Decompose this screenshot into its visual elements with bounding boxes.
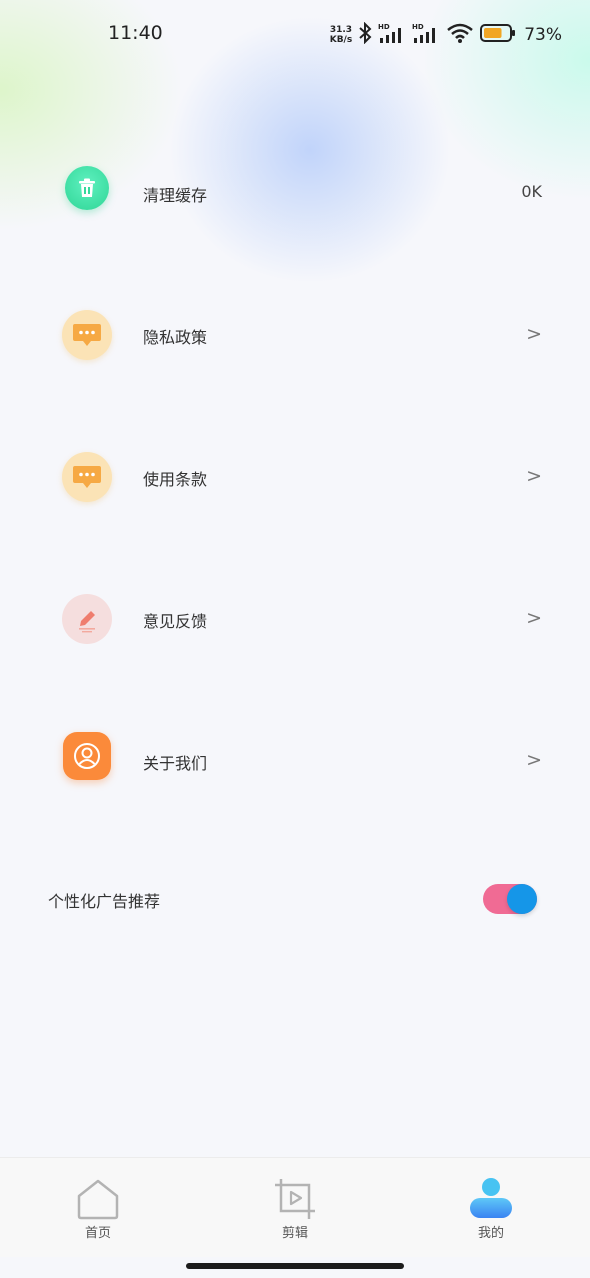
svg-text:HD: HD: [412, 23, 424, 31]
tab-label: 剪辑: [281, 1226, 308, 1241]
menu-item-about-us[interactable]: 关于我们 >: [0, 716, 590, 806]
toggle-knob: [507, 884, 537, 914]
personalized-ads-toggle[interactable]: [483, 884, 537, 914]
svg-text:HD: HD: [378, 23, 390, 31]
tab-home[interactable]: 首页: [38, 1158, 158, 1258]
battery-icon: [480, 23, 516, 47]
chevron-right-icon: >: [526, 465, 542, 487]
user-circle-icon: [63, 732, 111, 780]
home-icon: [75, 1176, 121, 1222]
chat-bubble-icon: [62, 452, 112, 502]
personalized-ads-row: 个性化广告推荐: [0, 870, 590, 926]
pen-icon: [62, 594, 112, 644]
crop-play-icon: [272, 1176, 318, 1222]
tab-label: 首页: [84, 1226, 111, 1241]
bottom-tab-bar: 首页 剪辑 我的: [0, 1157, 590, 1257]
status-bar: 11:40 31.3 KB/s HD HD 73%: [0, 0, 590, 70]
menu-item-label: 意见反馈: [143, 612, 208, 631]
tab-edit[interactable]: 剪辑: [235, 1158, 355, 1258]
chevron-right-icon: >: [526, 323, 542, 345]
status-icons: 31.3 KB/s HD HD 73%: [329, 21, 562, 48]
tab-label: 我的: [477, 1226, 504, 1241]
menu-item-terms-of-use[interactable]: 使用条款 >: [0, 432, 590, 522]
trash-icon: [65, 166, 109, 210]
menu-item-label: 使用条款: [143, 470, 208, 489]
battery-percent: 73%: [524, 25, 562, 45]
status-time: 11:40: [108, 22, 163, 44]
cache-size-value: 0K: [521, 182, 542, 201]
chat-bubble-icon: [62, 310, 112, 360]
chevron-right-icon: >: [526, 749, 542, 771]
menu-item-label: 隐私政策: [143, 328, 208, 347]
bluetooth-icon: [358, 21, 372, 48]
menu-item-label: 关于我们: [143, 754, 208, 773]
personalized-ads-label: 个性化广告推荐: [48, 892, 161, 911]
cellular-signal-icon-2: HD: [412, 22, 440, 48]
tab-mine[interactable]: 我的: [431, 1158, 551, 1258]
menu-item-label: 清理缓存: [143, 186, 208, 205]
user-icon: [468, 1176, 514, 1222]
home-indicator: [186, 1263, 404, 1269]
chevron-right-icon: >: [526, 607, 542, 629]
menu-item-privacy-policy[interactable]: 隐私政策 >: [0, 290, 590, 380]
wifi-icon: [446, 22, 474, 48]
network-speed: 31.3 KB/s: [329, 25, 353, 45]
cellular-signal-icon: HD: [378, 22, 406, 48]
menu-item-feedback[interactable]: 意见反馈 >: [0, 574, 590, 664]
menu-item-clear-cache[interactable]: 清理缓存 0K: [0, 148, 590, 238]
